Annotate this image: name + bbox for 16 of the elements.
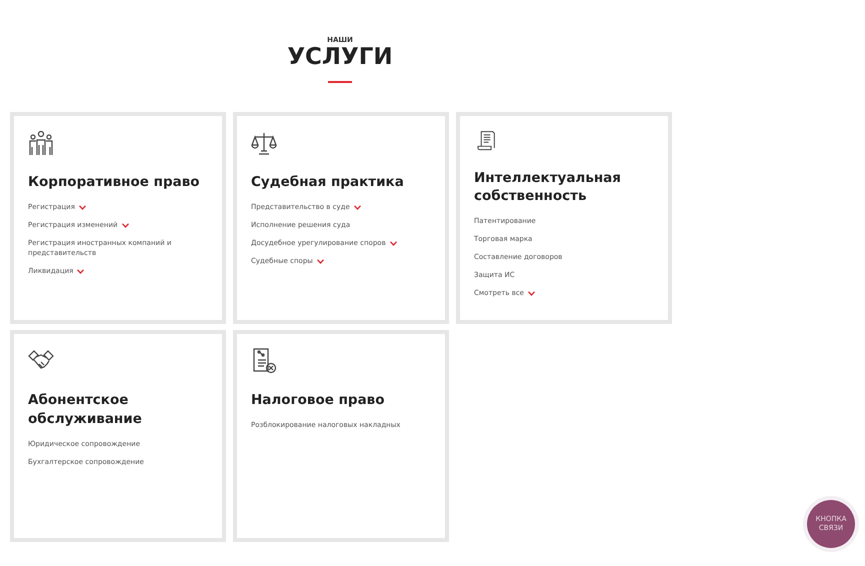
chevron-down-icon — [390, 240, 397, 246]
service-title: Налоговое право — [251, 391, 386, 410]
tax-document-icon — [251, 348, 277, 374]
chevron-down-icon — [316, 258, 324, 264]
section-title: УСЛУГИ — [287, 45, 393, 70]
service-title: Корпоративное право — [28, 173, 201, 192]
service-title: Абонентское обслуживание — [28, 391, 143, 430]
scales-icon — [251, 130, 277, 156]
chevron-down-icon — [354, 204, 361, 210]
service-title: Интеллектуальная собственность — [474, 168, 622, 206]
chevron-down-icon — [78, 204, 86, 210]
service-title: Судебная практика — [251, 173, 405, 192]
people-icon — [28, 130, 54, 156]
chevron-down-icon — [528, 290, 535, 296]
chevron-down-icon — [122, 222, 129, 228]
chevron-down-icon — [77, 268, 84, 274]
